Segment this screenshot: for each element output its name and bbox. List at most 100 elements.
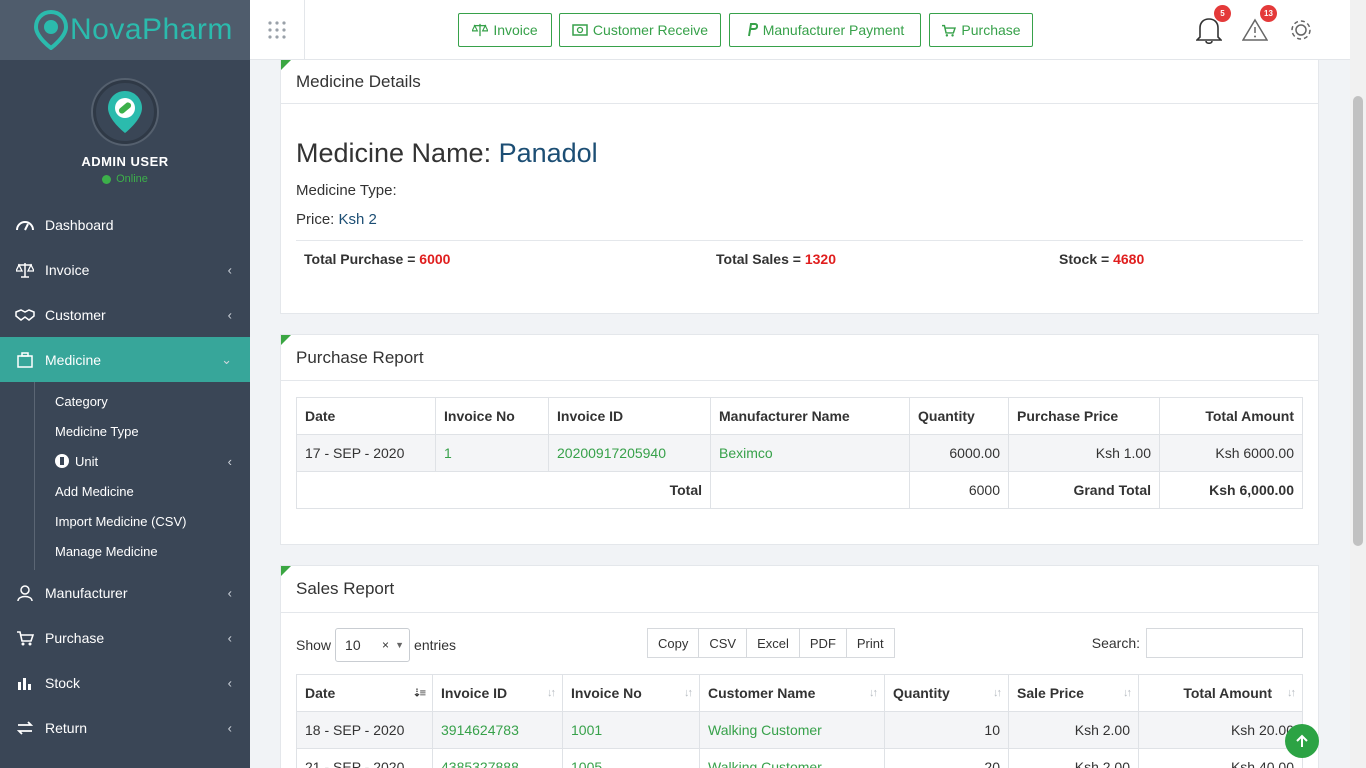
stats-row: Total Purchase = 6000 Total Sales = 1320… <box>296 240 1303 267</box>
excel-button[interactable]: Excel <box>747 628 800 658</box>
invoice-no-link[interactable]: 1 <box>435 434 549 472</box>
sidebar-item-return[interactable]: Return ‹ <box>0 705 250 750</box>
table-row: 17 - SEP - 2020 1 20200917205940 Beximco… <box>296 434 1303 472</box>
price-value: Ksh 2 <box>338 211 377 228</box>
customer-link[interactable]: Walking Customer <box>699 748 885 768</box>
chevron-left-icon: ‹ <box>227 585 232 600</box>
header-manufacturer-payment-button[interactable]: Manufacturer Payment <box>729 13 921 47</box>
invoice-id-link[interactable]: 4385327888 <box>432 748 563 768</box>
header-label: Quantity <box>893 685 950 701</box>
submenu-item-unit[interactable]: Unit ‹ <box>55 446 250 476</box>
price-line: Price: Ksh 2 <box>296 211 377 228</box>
medicine-type-line: Medicine Type: <box>296 182 397 199</box>
cell-date: 18 - SEP - 2020 <box>296 711 433 749</box>
column-header-sale-price[interactable]: Sale Price ↓↑ <box>1008 674 1139 712</box>
header-customer-receive-button[interactable]: Customer Receive <box>559 13 721 47</box>
header-invoice-button[interactable]: Invoice <box>458 13 552 47</box>
cell-quantity: 10 <box>884 711 1009 749</box>
purchase-report-panel: Purchase Report Date Invoice No Invoice … <box>280 334 1319 545</box>
scale-icon <box>472 23 489 37</box>
invoice-no-link[interactable]: 1005 <box>562 748 700 768</box>
sidebar-item-manufacturer[interactable]: Manufacturer ‹ <box>0 570 250 615</box>
unit-icon <box>55 454 69 468</box>
search-input[interactable] <box>1146 628 1303 658</box>
chevron-down-icon: ⌄ <box>221 351 232 367</box>
column-header-invoice-id[interactable]: Invoice ID ↓↑ <box>432 674 563 712</box>
submenu-item-medicine-type[interactable]: Medicine Type <box>55 416 250 446</box>
sidebar-item-purchase[interactable]: Purchase ‹ <box>0 615 250 660</box>
panel-title: Sales Report <box>281 566 1318 613</box>
button-label: Manufacturer Payment <box>762 22 905 38</box>
button-label: Customer Receive <box>592 22 709 38</box>
sidebar-item-label: Manufacturer <box>45 584 128 601</box>
paypal-icon <box>747 23 758 37</box>
show-label: Show <box>296 637 332 653</box>
manufacturer-link[interactable]: Beximco <box>710 434 910 472</box>
chevron-left-icon: ‹ <box>227 262 232 277</box>
invoice-no-link[interactable]: 1001 <box>562 711 700 749</box>
sort-icon: ↓↑ <box>1123 687 1132 699</box>
column-header: Quantity <box>909 397 1009 435</box>
column-header-total[interactable]: Total Amount ↓↑ <box>1138 674 1303 712</box>
header-label: Date <box>305 685 336 701</box>
brand[interactable]: NovaPharm <box>0 0 250 60</box>
column-header: Total Amount <box>1159 397 1303 435</box>
medkit-icon <box>15 351 35 368</box>
sidebar-item-invoice[interactable]: Invoice ‹ <box>0 247 250 292</box>
medicine-details-panel: Medicine Details Medicine Name: Panadol … <box>280 60 1319 314</box>
grid-menu-toggle[interactable] <box>250 0 305 60</box>
column-header: Purchase Price <box>1008 397 1160 435</box>
invoice-id-link[interactable]: 20200917205940 <box>548 434 711 472</box>
settings-button[interactable] <box>1283 12 1319 48</box>
exchange-icon <box>15 720 35 735</box>
entries-select[interactable]: 10 × ▼ <box>335 628 411 662</box>
sidebar-item-label: Return <box>45 719 88 736</box>
column-header-invoice-no[interactable]: Invoice No ↓↑ <box>562 674 700 712</box>
column-header: Invoice No <box>435 397 549 435</box>
sales-report-panel: Sales Report Show 10 × ▼ entries Copy CS… <box>280 565 1319 768</box>
column-header-quantity[interactable]: Quantity ↓↑ <box>884 674 1009 712</box>
header-label: Customer Name <box>708 685 816 701</box>
sidebar-item-customer[interactable]: Customer ‹ <box>0 292 250 337</box>
button-label: Invoice <box>493 22 538 38</box>
invoice-id-link[interactable]: 3914624783 <box>432 711 563 749</box>
button-label: Purchase <box>961 22 1021 38</box>
submenu-label: Unit <box>75 453 99 469</box>
column-header-customer[interactable]: Customer Name ↓↑ <box>699 674 885 712</box>
notifications-button[interactable]: 5 <box>1191 5 1231 48</box>
pdf-button[interactable]: PDF <box>799 628 847 658</box>
alerts-button[interactable]: 13 <box>1237 5 1277 48</box>
page-scrollbar[interactable] <box>1350 0 1366 768</box>
table-header-row: Date ⇣≡ Invoice ID ↓↑ Invoice No ↓↑ Custome… <box>296 674 1303 712</box>
column-header-date[interactable]: Date ⇣≡ <box>296 674 433 712</box>
clear-icon[interactable]: × <box>382 638 389 652</box>
scrollbar-thumb[interactable] <box>1353 96 1363 546</box>
medicine-name-line: Medicine Name: Panadol <box>296 138 598 169</box>
brand-logo-icon <box>33 9 69 51</box>
medicine-submenu: Category Medicine Type Unit ‹ Add Medici… <box>0 382 250 570</box>
submenu-item-manage-medicine[interactable]: Manage Medicine <box>55 536 250 566</box>
copy-button[interactable]: Copy <box>647 628 700 658</box>
cell-price: Ksh 1.00 <box>1008 434 1160 472</box>
submenu-item-import-medicine[interactable]: Import Medicine (CSV) <box>55 506 250 536</box>
scroll-to-top-button[interactable] <box>1285 724 1319 758</box>
submenu-item-category[interactable]: Category <box>55 386 250 416</box>
price-label: Price: <box>296 211 335 228</box>
medicine-name-value: Panadol <box>498 138 598 168</box>
avatar[interactable] <box>93 80 157 144</box>
online-dot-icon <box>102 174 112 184</box>
print-button[interactable]: Print <box>846 628 895 658</box>
cell-quantity: 6000.00 <box>909 434 1009 472</box>
submenu-item-add-medicine[interactable]: Add Medicine <box>55 476 250 506</box>
customer-link[interactable]: Walking Customer <box>699 711 885 749</box>
header-purchase-button[interactable]: Purchase <box>929 13 1033 47</box>
sidebar-item-medicine[interactable]: Medicine ⌄ <box>0 337 250 382</box>
top-header: Invoice Customer Receive Manufacturer Pa… <box>250 0 1350 60</box>
sidebar-item-dashboard[interactable]: Dashboard <box>0 202 250 247</box>
sidebar-item-label: Customer <box>45 306 106 323</box>
cell-total: Ksh 40.00 <box>1138 748 1303 768</box>
csv-button[interactable]: CSV <box>699 628 748 658</box>
sort-icon: ↓↑ <box>547 687 556 699</box>
sidebar-item-stock[interactable]: Stock ‹ <box>0 660 250 705</box>
sort-icon: ↓↑ <box>993 687 1002 699</box>
